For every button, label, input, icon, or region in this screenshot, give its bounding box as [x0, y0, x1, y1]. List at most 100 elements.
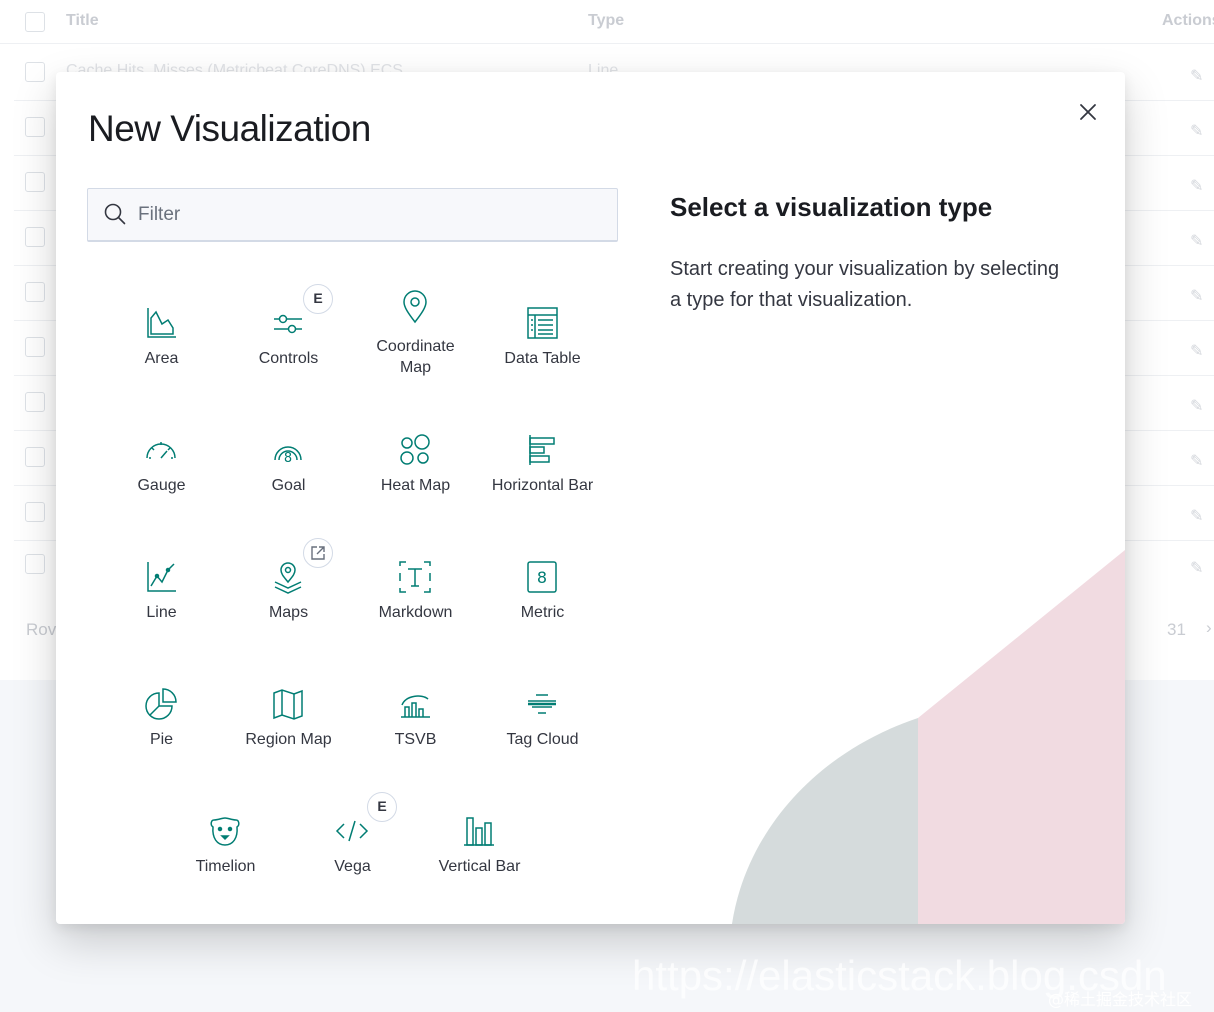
vis-type-label: Coordinate Map — [376, 338, 455, 376]
svg-text:8: 8 — [537, 568, 547, 587]
vis-type-label: Gauge — [137, 477, 186, 494]
vis-type-vertical-bar[interactable]: Vertical Bar — [416, 792, 543, 910]
pencil-icon[interactable]: ✎ — [1190, 451, 1206, 470]
description-text: Start creating your visualization by sel… — [670, 258, 1060, 311]
pencil-icon[interactable]: ✎ — [1190, 66, 1206, 85]
description-title: Select a visualization type — [670, 192, 993, 222]
row-checkbox[interactable] — [25, 447, 45, 467]
maps-icon — [269, 558, 307, 596]
vis-type-label: Vertical Bar — [438, 858, 521, 875]
vis-type-label: Timelion — [195, 858, 256, 875]
vis-type-controls[interactable]: E Controls — [225, 284, 352, 402]
vis-type-tsvb[interactable]: TSVB — [352, 665, 479, 783]
vis-type-label: Tag Cloud — [506, 731, 579, 748]
pencil-icon[interactable]: ✎ — [1190, 506, 1206, 525]
vis-type-label: Goal — [271, 477, 306, 494]
pencil-icon[interactable]: ✎ — [1190, 176, 1206, 195]
vis-type-pie[interactable]: Pie — [98, 665, 225, 783]
vis-type-label: Data Table — [504, 350, 581, 367]
row-checkbox[interactable] — [25, 554, 45, 574]
row-checkbox[interactable] — [25, 502, 45, 522]
watermark-credit: @稀土掘金技术社区 — [1048, 990, 1193, 1009]
vis-type-label: Heat Map — [380, 477, 451, 494]
gauge-icon — [142, 431, 180, 469]
column-type[interactable]: Type — [588, 12, 624, 30]
vis-type-label: Pie — [149, 731, 174, 748]
controls-icon — [269, 304, 307, 342]
map-pin-icon — [396, 288, 434, 326]
select-all-checkbox[interactable] — [25, 12, 45, 32]
goal-icon: 8 — [269, 431, 307, 469]
close-button[interactable] — [1076, 100, 1100, 124]
table-icon — [523, 304, 561, 342]
vis-type-vega[interactable]: E Vega — [289, 792, 416, 910]
vis-type-label: TSVB — [394, 731, 437, 748]
vega-code-icon — [333, 812, 371, 850]
line-chart-icon — [142, 558, 180, 596]
tag-cloud-icon — [523, 685, 561, 723]
experimental-badge: E — [367, 792, 397, 822]
horizontal-bar-icon — [523, 431, 561, 469]
vis-type-gauge[interactable]: Gauge — [98, 411, 225, 529]
search-icon — [104, 203, 126, 225]
region-map-icon — [269, 685, 307, 723]
table-header: Title Type Actions — [0, 0, 1214, 44]
row-checkbox[interactable] — [25, 62, 45, 82]
vis-type-region-map[interactable]: Region Map — [225, 665, 352, 783]
pencil-icon[interactable]: ✎ — [1190, 341, 1206, 360]
pencil-icon[interactable]: ✎ — [1190, 231, 1206, 250]
markdown-icon — [396, 558, 434, 596]
row-checkbox[interactable] — [25, 172, 45, 192]
vis-type-coordinate-map[interactable]: Coordinate Map — [352, 284, 479, 402]
vis-type-goal[interactable]: 8 Goal — [225, 411, 352, 529]
vis-type-horizontal-bar[interactable]: Horizontal Bar — [479, 411, 606, 529]
area-chart-icon — [142, 304, 180, 342]
timelion-icon — [206, 812, 244, 850]
vis-type-label: Vega — [334, 858, 371, 875]
row-checkbox[interactable] — [25, 282, 45, 302]
rows-per-page-label[interactable]: Rov — [26, 620, 56, 640]
page-number[interactable]: 31 — [1167, 620, 1186, 640]
vis-type-label: Area — [144, 350, 179, 367]
vis-type-label: Metric — [520, 604, 565, 621]
vis-type-data-table[interactable]: Data Table — [479, 284, 606, 402]
vis-type-label: Maps — [268, 604, 309, 621]
vis-type-timelion[interactable]: Timelion — [162, 792, 289, 910]
pie-chart-icon — [142, 685, 180, 723]
vis-type-label: Controls — [258, 350, 319, 367]
vis-type-label: Region Map — [245, 731, 332, 748]
vis-type-markdown[interactable]: Markdown — [352, 538, 479, 656]
row-checkbox[interactable] — [25, 392, 45, 412]
pencil-icon[interactable]: ✎ — [1190, 121, 1206, 140]
row-checkbox[interactable] — [25, 227, 45, 247]
heatmap-icon — [396, 431, 434, 469]
vis-type-tag-cloud[interactable]: Tag Cloud — [479, 665, 606, 783]
tsvb-icon — [396, 685, 434, 723]
new-visualization-modal: New Visualization Area E Controls Coordi… — [56, 72, 1125, 924]
pencil-icon[interactable]: ✎ — [1190, 558, 1206, 577]
pencil-icon[interactable]: ✎ — [1190, 396, 1206, 415]
modal-title: New Visualization — [88, 108, 371, 149]
column-title[interactable]: Title — [66, 12, 99, 30]
vis-type-heat-map[interactable]: Heat Map — [352, 411, 479, 529]
vis-type-label: Markdown — [378, 604, 453, 621]
vis-type-label: Horizontal Bar — [491, 477, 594, 494]
row-checkbox[interactable] — [25, 117, 45, 137]
vertical-bar-icon — [460, 812, 498, 850]
close-icon[interactable] — [1076, 100, 1100, 124]
vis-type-maps[interactable]: Maps — [225, 538, 352, 656]
pencil-icon[interactable]: ✎ — [1190, 286, 1206, 305]
vis-type-line[interactable]: Line — [98, 538, 225, 656]
filter-input[interactable] — [138, 197, 598, 233]
vis-type-label: Line — [146, 604, 177, 621]
vis-type-metric[interactable]: 8 Metric — [479, 538, 606, 656]
experimental-badge: E — [303, 284, 333, 314]
external-link-badge[interactable] — [303, 538, 333, 568]
filter-field[interactable] — [87, 188, 618, 242]
row-checkbox[interactable] — [25, 337, 45, 357]
next-page-chevron-icon[interactable]: › — [1206, 618, 1212, 638]
external-link-icon — [311, 546, 325, 560]
svg-text:8: 8 — [284, 451, 292, 466]
vis-type-area[interactable]: Area — [98, 284, 225, 402]
column-actions: Actions — [1162, 12, 1214, 29]
